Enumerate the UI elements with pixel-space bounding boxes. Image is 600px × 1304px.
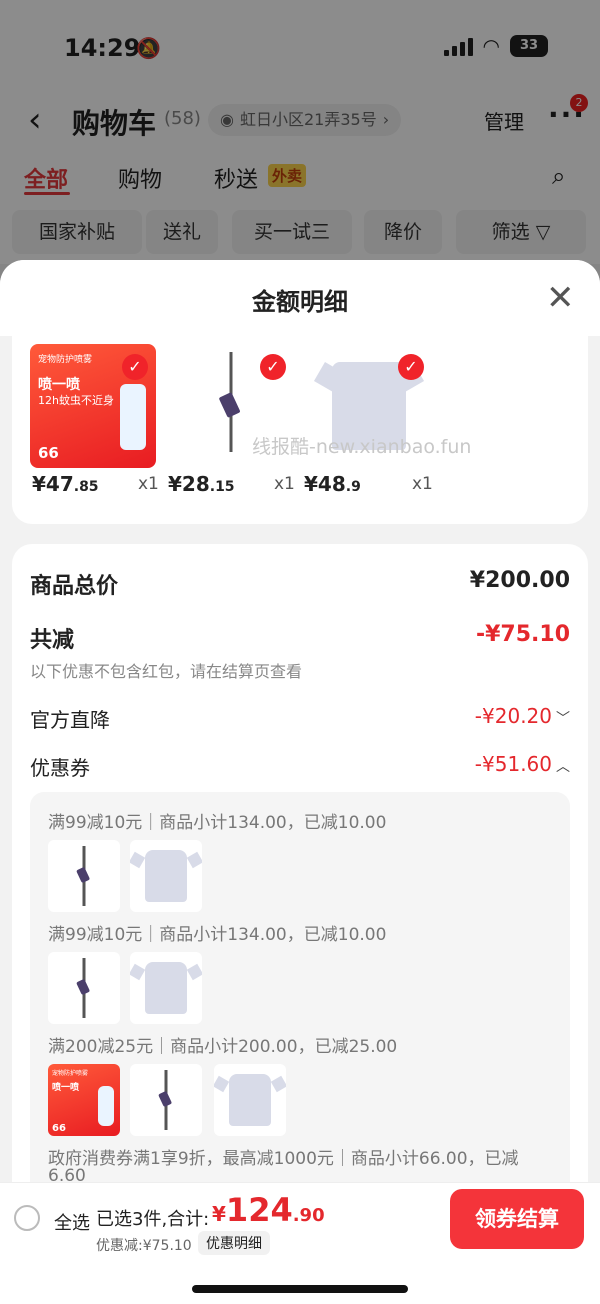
checkmark-icon[interactable]: ✓	[398, 354, 424, 380]
coupon-line: 满99减10元｜商品小计134.00，已减10.00	[48, 925, 387, 945]
select-all-radio[interactable]	[14, 1205, 40, 1231]
tshirt-image	[229, 1074, 271, 1126]
official-discount-value: -¥20.20	[474, 704, 552, 728]
reduce-note: 以下优惠不包含红包，请在结算页查看	[30, 662, 303, 681]
amount-detail-sheet: 金额明细 ✕ 宠物防护喷雾 喷一喷 12h蚊虫不近身 66 ✓ ¥47.85 x…	[0, 260, 600, 1304]
product-qty: x1	[412, 474, 433, 494]
chevron-up-icon: ︿	[556, 759, 570, 775]
product-price: ¥28.15	[168, 472, 235, 496]
coupon-product-thumb	[48, 840, 120, 912]
product-image: 宠物防护喷雾 喷一喷 12h蚊虫不近身 66 ✓	[30, 344, 156, 468]
lanyard-tag-image	[218, 392, 241, 418]
reduce-value: -¥75.10	[475, 622, 570, 647]
price-decimal: .85	[73, 479, 99, 495]
coupon-product-thumb	[130, 952, 202, 1024]
selected-products: 宠物防护喷雾 喷一喷 12h蚊虫不近身 66 ✓ ¥47.85 x1 ✓ ¥28…	[12, 336, 588, 524]
checkout-bar: 全选 已选3件,合计: ¥124.90 优惠减:¥75.10 优惠明细 领券结算	[0, 1182, 600, 1304]
total-price: ¥124.90	[212, 1191, 325, 1229]
discount-detail-button[interactable]: 优惠明细	[198, 1231, 270, 1255]
coupon-product-thumb	[48, 952, 120, 1024]
checkmark-icon[interactable]: ✓	[122, 354, 148, 380]
lanyard-tag-image	[76, 978, 91, 996]
chevron-down-icon: ﹀	[556, 711, 570, 727]
total-label: 商品总价	[30, 574, 119, 599]
lanyard-tag-image	[76, 866, 91, 884]
spray-bottle-image	[98, 1086, 114, 1126]
tshirt-image	[145, 850, 187, 902]
reduce-label: 共减	[30, 628, 75, 653]
close-icon[interactable]: ✕	[546, 278, 575, 318]
banner-top-text: 宠物防护喷雾	[52, 1070, 89, 1077]
official-discount-label: 官方直降	[30, 708, 110, 732]
banner-main-text: 喷一喷	[52, 1083, 80, 1093]
selected-summary: 已选3件,合计:	[96, 1209, 210, 1230]
banner-number: 66	[52, 1123, 66, 1134]
checkmark-icon[interactable]: ✓	[260, 354, 286, 380]
sheet-header: 金额明细 ✕	[0, 260, 600, 336]
coupon-product-thumb: 宠物防护喷雾 喷一喷 66	[48, 1064, 120, 1136]
coupon-line: 满200减25元｜商品小计200.00，已减25.00	[48, 1037, 398, 1057]
total-integer: 124	[225, 1191, 293, 1229]
tshirt-image	[145, 962, 187, 1014]
total-currency: ¥	[212, 1202, 226, 1226]
coupon-value: -¥51.60	[474, 752, 552, 776]
coupon-line: 政府消费券满1享9折，最高减1000元｜商品小计66.00，已减	[48, 1149, 519, 1169]
coupon-line: 满99减10元｜商品小计134.00，已减10.00	[48, 813, 387, 833]
banner-top-text: 宠物防护喷雾	[38, 355, 93, 365]
sheet-title: 金额明细	[252, 288, 348, 316]
coupon-label: 优惠券	[30, 756, 90, 780]
checkout-button[interactable]: 领券结算	[450, 1189, 584, 1249]
banner-main-text: 喷一喷	[38, 377, 80, 393]
saved-amount: 优惠减:¥75.10	[96, 1238, 192, 1254]
product-qty: x1	[274, 474, 295, 494]
price-integer: ¥48	[304, 472, 346, 496]
watermark: 线报酷-new.xianbao.fun	[252, 436, 472, 458]
official-discount-row[interactable]: -¥20.20 ﹀	[475, 704, 570, 728]
home-indicator[interactable]	[192, 1285, 408, 1293]
total-decimal: .90	[292, 1205, 325, 1226]
product-price: ¥47.85	[32, 472, 99, 496]
coupon-product-thumb	[214, 1064, 286, 1136]
price-decimal: .9	[345, 479, 361, 495]
product-price: ¥48.9	[304, 472, 361, 496]
coupon-product-thumb	[130, 1064, 202, 1136]
spray-bottle-image	[120, 384, 146, 450]
price-integer: ¥28	[168, 472, 210, 496]
total-value: ¥200.00	[469, 568, 570, 593]
price-integer: ¥47	[32, 472, 74, 496]
price-decimal: .15	[209, 479, 235, 495]
lanyard-tag-image	[158, 1090, 173, 1108]
product-qty: x1	[138, 474, 159, 494]
product-item[interactable]: 宠物防护喷雾 喷一喷 12h蚊虫不近身 66 ✓	[30, 344, 158, 468]
banner-sub-text: 12h蚊虫不近身	[38, 394, 114, 407]
select-all-label[interactable]: 全选	[54, 1209, 90, 1235]
coupon-row[interactable]: -¥51.60 ︿	[475, 752, 570, 776]
coupon-product-thumb	[130, 840, 202, 912]
banner-number: 66	[38, 444, 59, 462]
